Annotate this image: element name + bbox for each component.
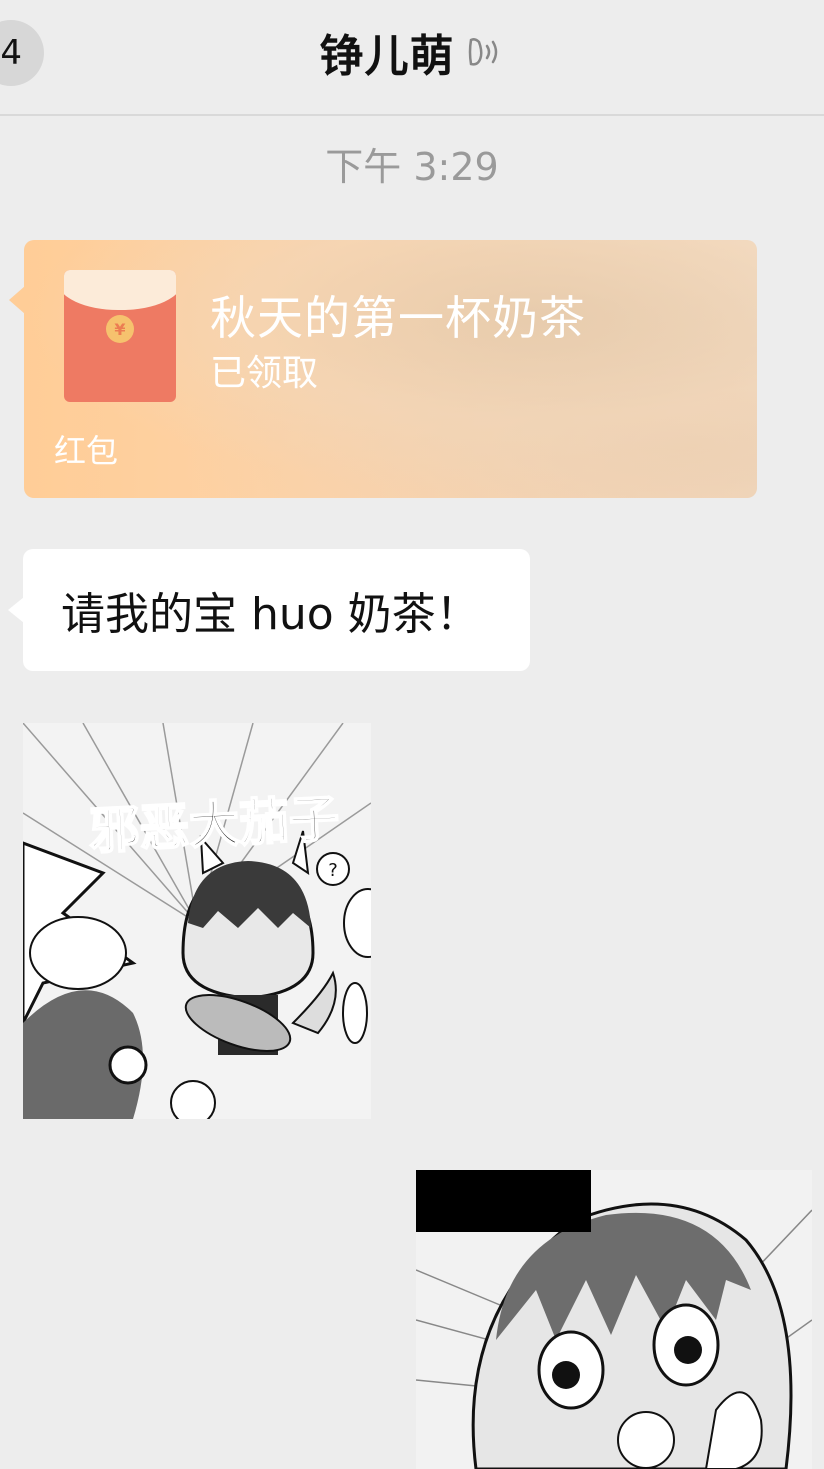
sticker-question-mark: ? xyxy=(328,860,338,881)
coin-icon: ¥ xyxy=(106,315,134,343)
message-bubble[interactable]: 请我的宝 huo 奶茶！ xyxy=(23,549,530,671)
red-envelope-icon: ¥ xyxy=(64,270,176,402)
message-text: 请我的宝 huo 奶茶！ xyxy=(61,589,480,640)
title-wrap: 铮儿萌 xyxy=(0,22,824,82)
red-packet-card[interactable]: ¥ 秋天的第一杯奶茶 已领取 红包 xyxy=(24,240,757,498)
envelope-flap xyxy=(64,270,176,310)
speaker-icon xyxy=(465,32,505,72)
message-bubble-tail xyxy=(8,597,24,623)
red-packet-title: 秋天的第一杯奶茶 xyxy=(210,291,586,345)
sticker-image-1[interactable]: ? 邪恶大茄子 xyxy=(23,723,371,1119)
red-packet-status: 已领取 xyxy=(210,353,319,394)
chat-title: 铮儿萌 xyxy=(319,31,455,82)
message-timestamp: 下午 3:29 xyxy=(325,145,499,189)
red-packet-tail xyxy=(9,286,25,314)
redaction-block xyxy=(416,1170,591,1232)
sticker-caption: 邪恶大茄子 xyxy=(87,788,342,861)
chat-header: 4 铮儿萌 xyxy=(0,0,824,116)
sticker-image-2[interactable] xyxy=(416,1170,812,1469)
red-packet-label: 红包 xyxy=(54,432,119,470)
